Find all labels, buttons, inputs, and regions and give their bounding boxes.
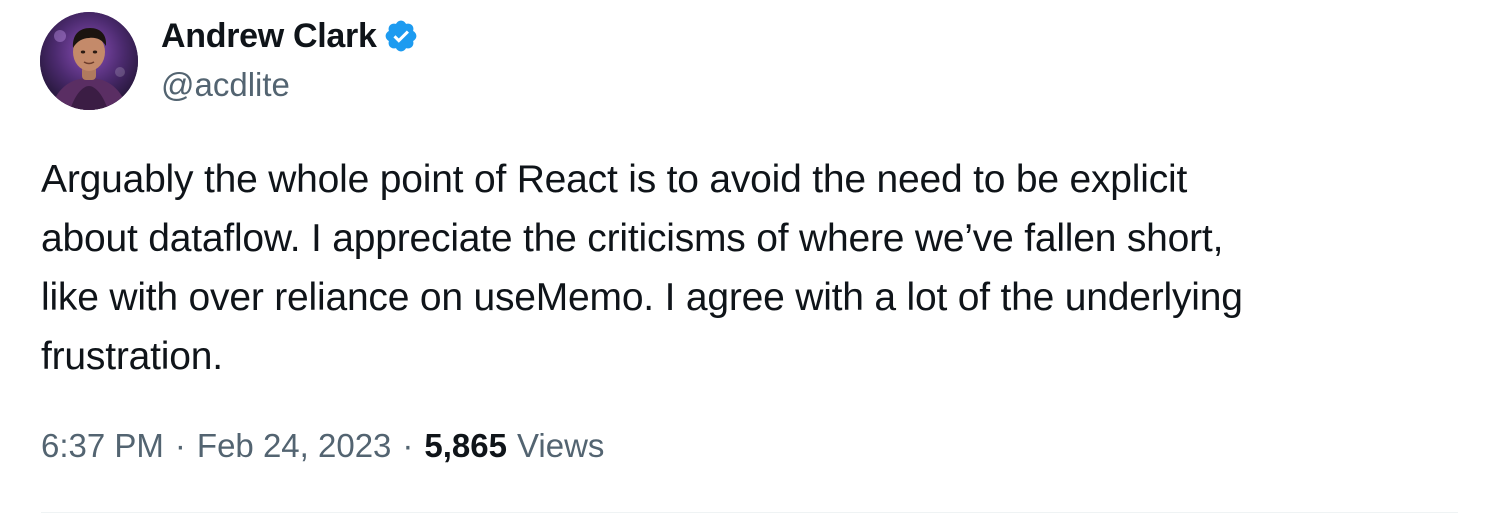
divider: [41, 512, 1458, 513]
avatar[interactable]: [40, 12, 138, 110]
avatar-photo: [40, 12, 138, 110]
user-handle[interactable]: @acdlite: [161, 66, 419, 104]
tweet-time[interactable]: 6:37 PM: [41, 427, 164, 465]
views-label: Views: [517, 427, 605, 464]
views-count[interactable]: 5,865: [424, 427, 507, 465]
display-name[interactable]: Andrew Clark: [161, 17, 377, 56]
verified-badge-icon[interactable]: [383, 18, 419, 54]
tweet-text: Arguably the whole point of React is to …: [41, 158, 1243, 378]
tweet-meta: 6:37 PM · Feb 24, 2023 · 5,865 Views: [41, 427, 604, 465]
meta-separator: ·: [174, 427, 186, 464]
tweet-header: Andrew Clark @acdlite: [161, 14, 419, 104]
meta-separator: ·: [402, 427, 414, 464]
tweet-card: Andrew Clark @acdlite Arguably the whole…: [0, 0, 1498, 518]
name-row: Andrew Clark: [161, 14, 419, 58]
tweet-date[interactable]: Feb 24, 2023: [197, 427, 392, 465]
